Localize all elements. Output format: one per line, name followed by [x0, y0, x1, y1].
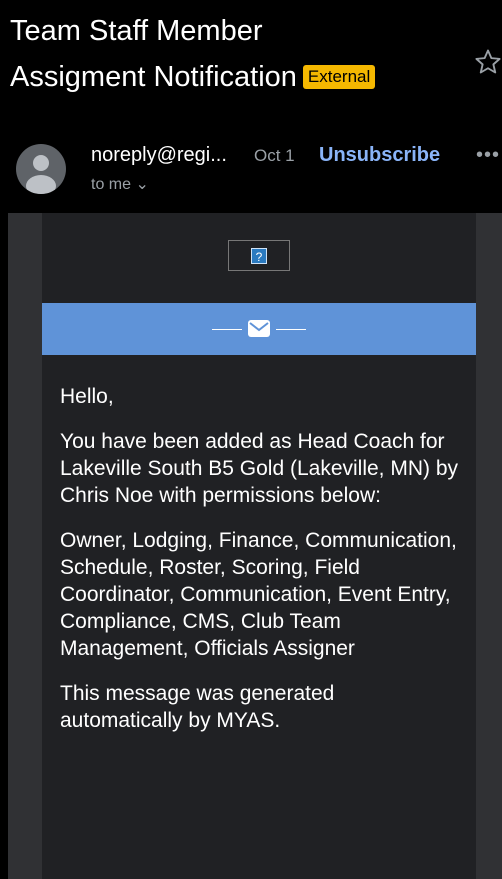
email-content: ? Hello, You have been added as Head Coa…: [42, 213, 476, 879]
subject-line-2: Assigment Notification External: [10, 54, 460, 100]
message-header: noreply@regi... Oct 1 Unsubscribe ••• to…: [0, 138, 502, 198]
banner-rule-right: [276, 329, 306, 330]
banner-rule-left: [212, 329, 242, 330]
sent-date: Oct 1: [254, 146, 295, 165]
unsubscribe-link[interactable]: Unsubscribe: [319, 144, 440, 167]
email-subject: Team Staff Member Assigment Notification…: [10, 8, 460, 100]
greeting: Hello,: [60, 385, 114, 408]
assignment-paragraph: You have been added as Head Coach for La…: [60, 430, 459, 507]
question-mark-icon: ?: [251, 248, 267, 264]
email-body-frame: ? Hello, You have been added as Head Coa…: [8, 213, 502, 879]
email-view: Team Staff Member Assigment Notification…: [0, 0, 502, 879]
sender-avatar[interactable]: [16, 144, 66, 194]
sender-address[interactable]: noreply@regi...: [91, 144, 227, 167]
more-horizontal-icon[interactable]: •••: [476, 144, 500, 167]
chevron-down-icon: ⌄: [135, 176, 149, 193]
external-badge: External: [302, 65, 376, 89]
broken-image: ?: [228, 240, 290, 271]
email-message: Hello, You have been added as Head Coach…: [60, 383, 460, 752]
subject-line-2-text: Assigment Notification: [10, 61, 297, 93]
envelope-icon: [248, 320, 270, 337]
recipient-toggle[interactable]: to me ⌄: [91, 174, 149, 194]
permissions-paragraph: Owner, Lodging, Finance, Communication, …: [60, 529, 457, 660]
subject-line-1: Team Staff Member: [10, 15, 263, 47]
person-avatar-icon: [26, 155, 56, 194]
email-banner: [42, 303, 476, 355]
recipient-label: to me: [91, 176, 132, 193]
footer-paragraph: This message was generated automatically…: [60, 682, 335, 732]
star-icon[interactable]: [473, 47, 502, 77]
